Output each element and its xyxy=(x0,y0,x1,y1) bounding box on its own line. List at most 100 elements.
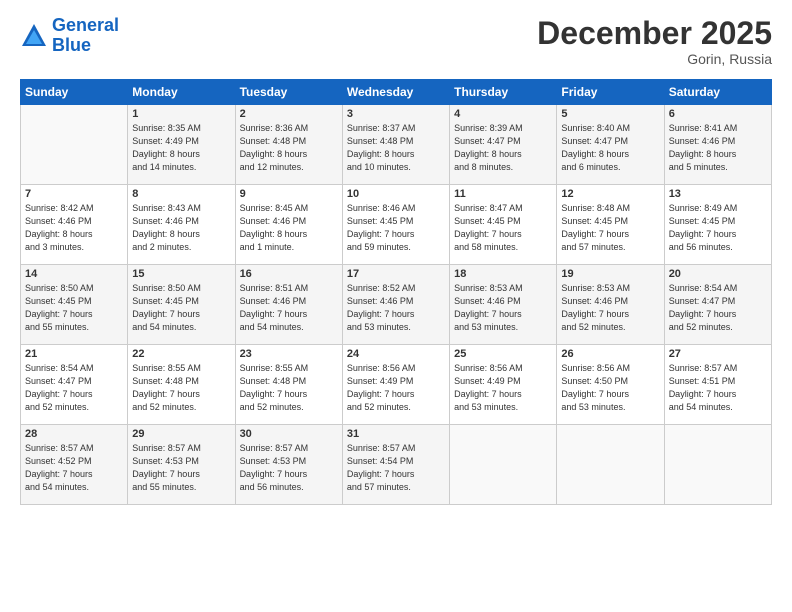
logo-icon xyxy=(20,22,48,50)
calendar-cell: 8Sunrise: 8:43 AM Sunset: 4:46 PM Daylig… xyxy=(128,185,235,265)
cell-content: Sunrise: 8:54 AM Sunset: 4:47 PM Dayligh… xyxy=(25,362,123,414)
day-number: 30 xyxy=(240,428,338,440)
cell-content: Sunrise: 8:36 AM Sunset: 4:48 PM Dayligh… xyxy=(240,122,338,174)
calendar-cell: 27Sunrise: 8:57 AM Sunset: 4:51 PM Dayli… xyxy=(664,345,771,425)
day-number: 19 xyxy=(561,268,659,280)
calendar-cell: 23Sunrise: 8:55 AM Sunset: 4:48 PM Dayli… xyxy=(235,345,342,425)
cell-content: Sunrise: 8:56 AM Sunset: 4:50 PM Dayligh… xyxy=(561,362,659,414)
page: General Blue December 2025 Gorin, Russia… xyxy=(0,0,792,515)
calendar-cell: 19 Sunrise: 8:53 AM Sunset: 4:46 PM Dayli… xyxy=(557,265,664,345)
cell-content: Sunrise: 8:46 AM Sunset: 4:45 PM Dayligh… xyxy=(347,202,445,254)
day-number: 18 xyxy=(454,268,552,280)
location: Gorin, Russia xyxy=(537,51,772,67)
weekday-header-saturday: Saturday xyxy=(664,80,771,105)
day-number: 17 xyxy=(347,268,445,280)
calendar-cell: 13 Sunrise: 8:49 AM Sunset: 4:45 PM Dayli… xyxy=(664,185,771,265)
day-number: 16 xyxy=(240,268,338,280)
calendar-cell: 26 Sunrise: 8:56 AM Sunset: 4:50 PM Dayli… xyxy=(557,345,664,425)
month-title: December 2025 xyxy=(537,16,772,51)
day-number: 7 xyxy=(25,188,123,200)
cell-content: Sunrise: 8:42 AM Sunset: 4:46 PM Dayligh… xyxy=(25,202,123,254)
day-number: 12 xyxy=(561,188,659,200)
calendar-cell: 30Sunrise: 8:57 AM Sunset: 4:53 PM Dayli… xyxy=(235,425,342,505)
cell-content: Sunrise: 8:57 AM Sunset: 4:54 PM Dayligh… xyxy=(347,442,445,494)
calendar-cell: 12Sunrise: 8:48 AM Sunset: 4:45 PM Dayli… xyxy=(557,185,664,265)
logo-line1: General xyxy=(52,15,119,35)
cell-content: Sunrise: 8:56 AM Sunset: 4:49 PM Dayligh… xyxy=(347,362,445,414)
day-number: 3 xyxy=(347,108,445,120)
day-number: 9 xyxy=(240,188,338,200)
calendar-table: SundayMondayTuesdayWednesdayThursdayFrid… xyxy=(20,79,772,505)
cell-content: Sunrise: 8:37 AM Sunset: 4:48 PM Dayligh… xyxy=(347,122,445,174)
weekday-header-thursday: Thursday xyxy=(450,80,557,105)
day-number: 26 xyxy=(561,348,659,360)
cell-content: Sunrise: 8:51 AM Sunset: 4:46 PM Dayligh… xyxy=(240,282,338,334)
calendar-cell: 20Sunrise: 8:54 AM Sunset: 4:47 PM Dayli… xyxy=(664,265,771,345)
logo: General Blue xyxy=(20,16,119,56)
calendar-cell: 17 Sunrise: 8:52 AM Sunset: 4:46 PM Dayli… xyxy=(342,265,449,345)
cell-content: Sunrise: 8:53 AM Sunset: 4:46 PM Dayligh… xyxy=(454,282,552,334)
cell-content: Sunrise: 8:57 AM Sunset: 4:52 PM Dayligh… xyxy=(25,442,123,494)
calendar-cell: 31 Sunrise: 8:57 AM Sunset: 4:54 PM Dayli… xyxy=(342,425,449,505)
calendar-cell: 18 Sunrise: 8:53 AM Sunset: 4:46 PM Dayli… xyxy=(450,265,557,345)
calendar-cell xyxy=(450,425,557,505)
calendar-cell xyxy=(557,425,664,505)
cell-content: Sunrise: 8:53 AM Sunset: 4:46 PM Dayligh… xyxy=(561,282,659,334)
calendar-cell: 6Sunrise: 8:41 AM Sunset: 4:46 PM Daylig… xyxy=(664,105,771,185)
cell-content: Sunrise: 8:56 AM Sunset: 4:49 PM Dayligh… xyxy=(454,362,552,414)
day-number: 25 xyxy=(454,348,552,360)
cell-content: Sunrise: 8:35 AM Sunset: 4:49 PM Dayligh… xyxy=(132,122,230,174)
calendar-cell: 2 Sunrise: 8:36 AM Sunset: 4:48 PM Daylig… xyxy=(235,105,342,185)
cell-content: Sunrise: 8:47 AM Sunset: 4:45 PM Dayligh… xyxy=(454,202,552,254)
weekday-header-friday: Friday xyxy=(557,80,664,105)
week-row-2: 14 Sunrise: 8:50 AM Sunset: 4:45 PM Dayli… xyxy=(21,265,772,345)
calendar-cell: 22 Sunrise: 8:55 AM Sunset: 4:48 PM Dayli… xyxy=(128,345,235,425)
cell-content: Sunrise: 8:55 AM Sunset: 4:48 PM Dayligh… xyxy=(132,362,230,414)
cell-content: Sunrise: 8:52 AM Sunset: 4:46 PM Dayligh… xyxy=(347,282,445,334)
calendar-cell xyxy=(21,105,128,185)
weekday-header-monday: Monday xyxy=(128,80,235,105)
calendar-cell: 24 Sunrise: 8:56 AM Sunset: 4:49 PM Dayli… xyxy=(342,345,449,425)
day-number: 5 xyxy=(561,108,659,120)
weekday-header-sunday: Sunday xyxy=(21,80,128,105)
cell-content: Sunrise: 8:57 AM Sunset: 4:51 PM Dayligh… xyxy=(669,362,767,414)
day-number: 15 xyxy=(132,268,230,280)
cell-content: Sunrise: 8:41 AM Sunset: 4:46 PM Dayligh… xyxy=(669,122,767,174)
week-row-0: 1 Sunrise: 8:35 AM Sunset: 4:49 PM Daylig… xyxy=(21,105,772,185)
day-number: 2 xyxy=(240,108,338,120)
calendar-cell: 21 Sunrise: 8:54 AM Sunset: 4:47 PM Dayli… xyxy=(21,345,128,425)
cell-content: Sunrise: 8:43 AM Sunset: 4:46 PM Dayligh… xyxy=(132,202,230,254)
calendar-cell: 1 Sunrise: 8:35 AM Sunset: 4:49 PM Daylig… xyxy=(128,105,235,185)
logo-line2: Blue xyxy=(52,35,91,55)
cell-content: Sunrise: 8:40 AM Sunset: 4:47 PM Dayligh… xyxy=(561,122,659,174)
day-number: 13 xyxy=(669,188,767,200)
week-row-3: 21 Sunrise: 8:54 AM Sunset: 4:47 PM Dayli… xyxy=(21,345,772,425)
calendar-cell: 7 Sunrise: 8:42 AM Sunset: 4:46 PM Daylig… xyxy=(21,185,128,265)
weekday-header-row: SundayMondayTuesdayWednesdayThursdayFrid… xyxy=(21,80,772,105)
cell-content: Sunrise: 8:50 AM Sunset: 4:45 PM Dayligh… xyxy=(132,282,230,334)
logo-text: General Blue xyxy=(52,16,119,56)
day-number: 14 xyxy=(25,268,123,280)
week-row-4: 28 Sunrise: 8:57 AM Sunset: 4:52 PM Dayli… xyxy=(21,425,772,505)
calendar-cell: 14 Sunrise: 8:50 AM Sunset: 4:45 PM Dayli… xyxy=(21,265,128,345)
cell-content: Sunrise: 8:55 AM Sunset: 4:48 PM Dayligh… xyxy=(240,362,338,414)
day-number: 22 xyxy=(132,348,230,360)
day-number: 24 xyxy=(347,348,445,360)
calendar-cell: 28 Sunrise: 8:57 AM Sunset: 4:52 PM Dayli… xyxy=(21,425,128,505)
cell-content: Sunrise: 8:49 AM Sunset: 4:45 PM Dayligh… xyxy=(669,202,767,254)
calendar-cell: 11 Sunrise: 8:47 AM Sunset: 4:45 PM Dayli… xyxy=(450,185,557,265)
cell-content: Sunrise: 8:50 AM Sunset: 4:45 PM Dayligh… xyxy=(25,282,123,334)
day-number: 31 xyxy=(347,428,445,440)
header: General Blue December 2025 Gorin, Russia xyxy=(20,16,772,67)
day-number: 1 xyxy=(132,108,230,120)
day-number: 20 xyxy=(669,268,767,280)
day-number: 21 xyxy=(25,348,123,360)
day-number: 11 xyxy=(454,188,552,200)
calendar-cell: 10 Sunrise: 8:46 AM Sunset: 4:45 PM Dayli… xyxy=(342,185,449,265)
day-number: 29 xyxy=(132,428,230,440)
day-number: 10 xyxy=(347,188,445,200)
calendar-cell: 9 Sunrise: 8:45 AM Sunset: 4:46 PM Daylig… xyxy=(235,185,342,265)
calendar-cell: 29Sunrise: 8:57 AM Sunset: 4:53 PM Dayli… xyxy=(128,425,235,505)
cell-content: Sunrise: 8:45 AM Sunset: 4:46 PM Dayligh… xyxy=(240,202,338,254)
day-number: 28 xyxy=(25,428,123,440)
